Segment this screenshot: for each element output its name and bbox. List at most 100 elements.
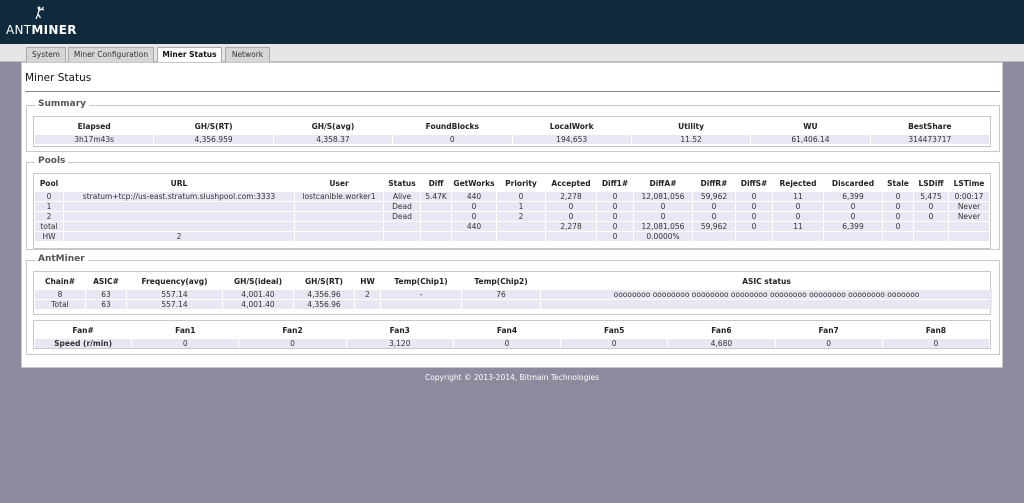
antminer-legend: AntMiner [35, 254, 88, 264]
summary-cell: 4,358.37 [273, 135, 393, 144]
pool-cell: 59,962 [693, 222, 735, 231]
pool-cell: Never [949, 212, 989, 221]
pool-cell: Never [949, 202, 989, 211]
pools-header: Discarded [831, 178, 875, 188]
fan-header: Fan3 [389, 325, 410, 335]
pool-cell: 0 [773, 202, 823, 211]
pool-cell: 0 [597, 222, 633, 231]
pool-cell: 0 [693, 212, 735, 221]
pool-cell: 1 [35, 202, 63, 211]
fan-cell: 0 [561, 339, 668, 348]
fan-cell: 4,680 [668, 339, 775, 348]
summary-header: BestShare [908, 121, 952, 131]
pool-cell [421, 212, 451, 221]
chain-cell: 63 [86, 290, 126, 299]
fan-table-box: Fan# Fan1 Fan2 Fan3 Fan4 Fan5 Fan6 Fan7 Fan8 Spe… [33, 320, 991, 349]
pool-row: total 440 2,278 0 12,081,056 59,962 0 11 6,399 0 [35, 222, 989, 231]
chain-row: 8 63 557.14 4,001.40 4,356.96 2-76 oooooooo oo… [35, 290, 992, 299]
pool-cell: 2 [35, 212, 63, 221]
pools-header: LSTime [953, 178, 985, 188]
pool-cell: 440 [452, 222, 496, 231]
pools-header: URL [170, 178, 188, 188]
pool-cell: 0 [883, 212, 913, 221]
pools-section: Pools Pool URL User Status Diff GetWorks Prior… [26, 156, 1000, 250]
pools-header: GetWorks [453, 178, 495, 188]
fan-header: Fan1 [175, 325, 196, 335]
title-divider [25, 91, 1000, 92]
pool-cell: Dead [384, 212, 420, 221]
summary-header: Elapsed [77, 121, 111, 131]
pool-cell: 12,081,056 [634, 222, 692, 231]
pool-cell: 59,962 [693, 192, 735, 201]
chain-cell [462, 300, 540, 309]
app-header: ANTMINER [0, 0, 1024, 44]
tab-miner-status[interactable]: Miner Status [157, 47, 222, 63]
chain-cell: 2 [355, 290, 380, 299]
pool-cell: 6,399 [824, 222, 882, 231]
fan-cell: 0 [775, 339, 882, 348]
pool-cell: 440 [452, 192, 496, 201]
fan-header: Fan8 [925, 325, 947, 335]
chain-table-box: Chain# ASIC# Frequency(avg) GH/S(ideal) GH/S… [33, 271, 992, 315]
pool-cell [497, 232, 545, 241]
summary-cell: 11.52 [631, 135, 751, 144]
pool-cell: 0 [736, 192, 772, 201]
pools-header: Diff1# [601, 178, 629, 188]
tab-network[interactable]: Network [225, 47, 270, 62]
pool-row: HW 2 0 0.0000% [35, 232, 989, 241]
fan-cell: 0 [453, 339, 561, 348]
pool-cell [773, 232, 823, 241]
chain-header: Temp(Chip1) [394, 276, 448, 286]
pools-header: Accepted [551, 178, 591, 188]
chain-cell [381, 300, 461, 309]
pool-cell [64, 202, 294, 211]
chain-header-row: Chain# ASIC# Frequency(avg) GH/S(ideal) GH/S… [35, 273, 992, 289]
tab-system[interactable]: System [26, 47, 66, 62]
pool-cell: 1 [497, 202, 545, 211]
fan-header: Fan2 [282, 325, 303, 335]
pool-cell [914, 232, 948, 241]
pools-header: User [329, 178, 349, 188]
chain-cell: 557.14 [127, 290, 222, 299]
pool-cell: 0 [693, 202, 735, 211]
pool-cell: stratum+tcp://us-east.stratum.slushpool.… [64, 192, 294, 201]
pools-header: Stale [887, 178, 909, 188]
chain-cell: oooooooo oooooooo oooooooo oooooooo oooo… [541, 290, 992, 299]
pool-row: 0 stratum+tcp://us-east.stratum.slushpool… [35, 192, 989, 201]
pool-cell [546, 232, 596, 241]
pool-cell [949, 232, 989, 241]
fan-header: Fan# [72, 325, 94, 335]
fan-speed-row: Speed (r/min) 0 0 3,120 0 0 4,680 0 0 [35, 339, 989, 348]
pool-cell: 11 [773, 222, 823, 231]
pool-cell: 0 [883, 192, 913, 201]
pool-cell: 0 [914, 212, 948, 221]
pool-cell: 6,399 [824, 192, 882, 201]
pool-cell [949, 222, 989, 231]
pools-header: DiffS# [740, 178, 768, 188]
chain-cell [541, 300, 992, 309]
pool-cell [421, 232, 451, 241]
summary-header: Utility [678, 121, 704, 131]
pool-cell [421, 222, 451, 231]
pool-cell: 0 [736, 202, 772, 211]
pool-cell: 0 [883, 222, 913, 231]
pools-header: LSDiff [918, 178, 944, 188]
pool-cell: lostcanible.worker1 [295, 192, 383, 201]
fan-cell: Speed (r/min) [35, 339, 132, 348]
pool-cell [497, 222, 545, 231]
pool-cell [914, 222, 948, 231]
pool-cell: 0 [883, 202, 913, 211]
pool-cell: 0 [824, 212, 882, 221]
summary-cell: 314473717 [870, 135, 989, 144]
pool-cell [824, 232, 882, 241]
pool-cell: HW [35, 232, 63, 241]
pool-cell: 0 [736, 212, 772, 221]
pool-cell: Alive [384, 192, 420, 201]
tab-miner-configuration[interactable]: Miner Configuration [68, 47, 154, 62]
pool-cell: 2,278 [546, 192, 596, 201]
summary-header: FoundBlocks [425, 121, 479, 131]
pools-header: Diff [428, 178, 444, 188]
pool-cell: Dead [384, 202, 420, 211]
fan-cell: 0 [132, 339, 239, 348]
fan-cell: 0 [882, 339, 989, 348]
